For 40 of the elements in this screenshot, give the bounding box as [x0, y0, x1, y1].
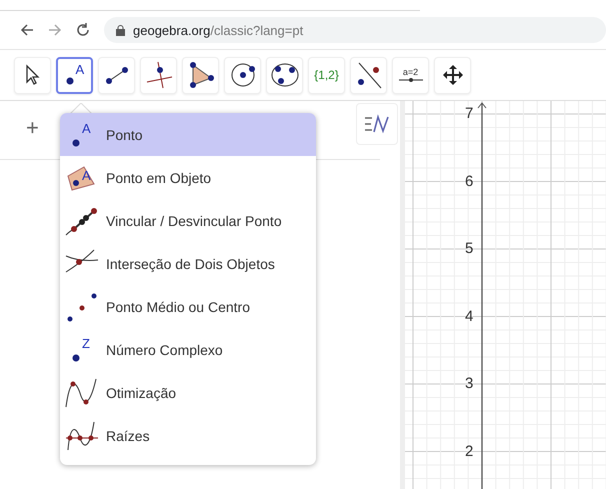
reload-icon[interactable] [76, 23, 90, 37]
tool-button[interactable] [266, 56, 303, 94]
menu-item[interactable]: A Ponto [60, 113, 316, 156]
menu-item[interactable]: Ponto Médio ou Centro [60, 285, 316, 328]
url-text: geogebra.org/classic?lang=pt [133, 22, 304, 38]
lock-icon [116, 24, 125, 36]
axis-label: 7 [465, 105, 474, 122]
tool-button[interactable] [224, 56, 261, 94]
axis-label: 3 [465, 375, 474, 392]
tool-button[interactable]: A [56, 56, 93, 94]
axis-label: 4 [465, 308, 474, 324]
curve-roots-icon [64, 420, 100, 452]
tool-button[interactable] [98, 56, 135, 94]
move-arrows-icon [442, 64, 464, 86]
back-arrow-icon[interactable] [20, 23, 34, 37]
tool-button[interactable] [182, 56, 219, 94]
menu-item[interactable]: Z Número Complexo [60, 328, 316, 371]
menu-item[interactable]: Raízes [60, 414, 316, 457]
axis-label: 2 [465, 442, 474, 460]
menu-pointer [70, 103, 92, 114]
segment-icon [104, 64, 130, 86]
tool-button[interactable] [140, 56, 177, 94]
axis-label: 5 [465, 240, 474, 257]
circle-icon [270, 61, 300, 89]
tool-button[interactable]: {1,2} [308, 56, 345, 94]
add-button[interactable]: + [26, 115, 39, 141]
menu-item[interactable]: A Ponto em Objeto [60, 156, 316, 199]
axis-label: 6 [465, 172, 474, 190]
tool-button[interactable] [434, 56, 471, 94]
menu-item[interactable]: Interseção de Dois Objetos [60, 242, 316, 285]
menu-item[interactable]: Vincular / Desvincular Ponto [60, 199, 316, 242]
arrow-cursor-icon [24, 64, 42, 86]
style-bar-button[interactable] [356, 103, 398, 145]
tool-button[interactable] [350, 56, 387, 94]
address-bar[interactable]: geogebra.org/classic?lang=pt [104, 17, 606, 43]
menu-item[interactable]: Otimização [60, 371, 316, 414]
circle-icon [228, 61, 256, 89]
graph-toggle-icon [364, 114, 390, 134]
tool-button[interactable] [14, 56, 51, 94]
tool-button[interactable]: a=2 [392, 56, 429, 94]
